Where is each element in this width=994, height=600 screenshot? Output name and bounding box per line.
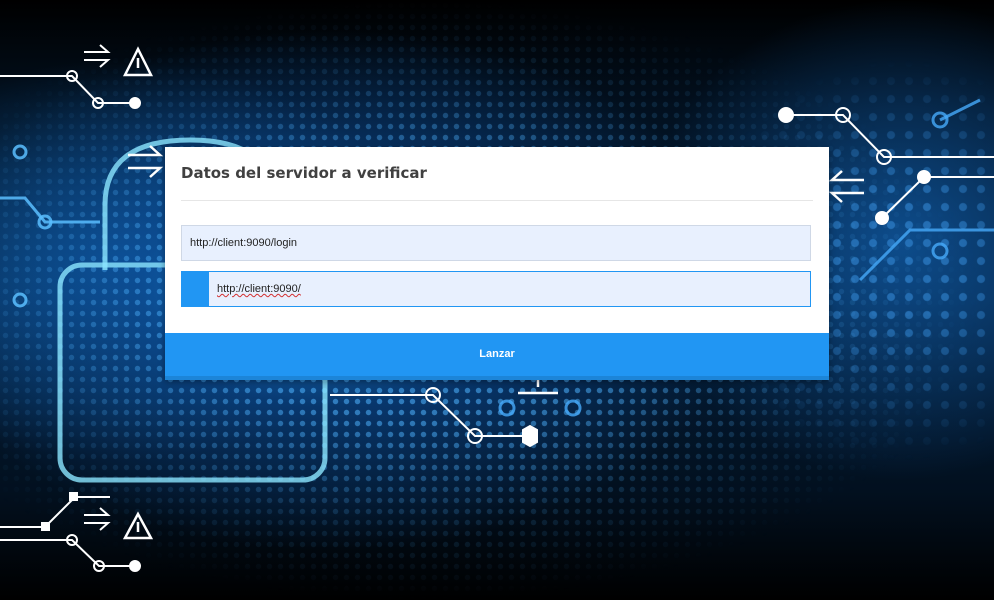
circuit-lines-bottom-center-blue <box>498 399 582 417</box>
double-arrow-right-icon <box>84 44 111 68</box>
launch-button[interactable]: Lanzar <box>165 333 829 380</box>
circuit-lines-bottom-left <box>0 492 141 572</box>
server-url-value: http://client:9090/ <box>217 283 301 295</box>
server-url-field-prefix <box>182 272 209 306</box>
form-title: Datos del servidor a verificar <box>181 164 427 182</box>
circuit-lines-bottom-center <box>330 387 538 448</box>
circuit-lines-top-left <box>0 70 141 109</box>
circuit-lines-left <box>0 144 100 308</box>
circuit-lines-right-blue <box>858 98 994 282</box>
double-arrow-right-icon-3 <box>84 507 111 531</box>
warning-triangle-icon-3 <box>122 511 154 540</box>
server-url-field[interactable]: http://client:9090/ <box>181 271 811 307</box>
login-url-value: http://client:9090/login <box>190 237 298 249</box>
double-arrow-left-icon <box>828 170 864 203</box>
warning-triangle-icon-2 <box>518 380 558 395</box>
warning-triangle-icon <box>122 46 154 77</box>
server-verification-form: Datos del servidor a verificar http://cl… <box>165 147 829 380</box>
login-url-field[interactable]: http://client:9090/login <box>181 225 811 261</box>
form-header: Datos del servidor a verificar <box>181 147 813 201</box>
